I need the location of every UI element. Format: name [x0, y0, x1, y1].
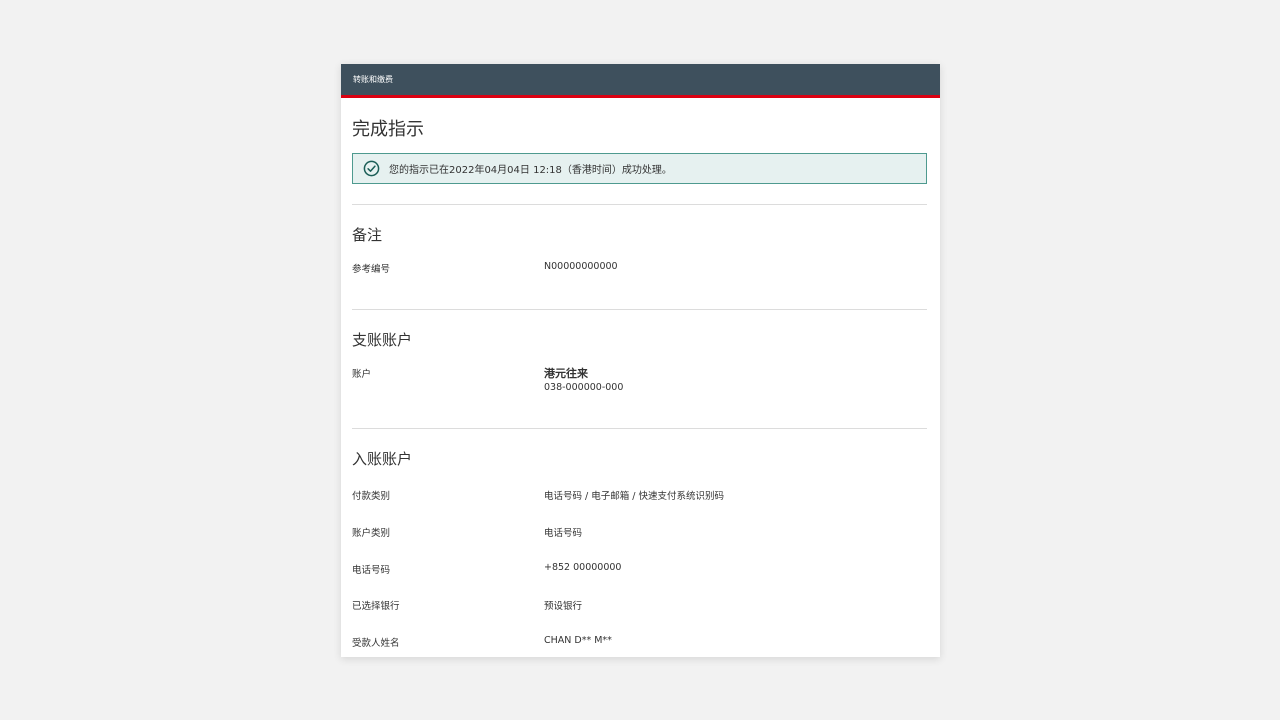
debit-account-name: 港元往来: [544, 367, 588, 380]
debit-account-number: 038-000000-000: [544, 382, 624, 393]
phone-number-value: +852 00000000: [544, 562, 622, 573]
divider: [352, 204, 927, 205]
section-title-credit-account: 入账账户: [352, 450, 413, 468]
payment-type-label: 付款类别: [352, 491, 391, 502]
section-title-debit-account: 支账账户: [352, 331, 413, 349]
divider: [352, 428, 927, 429]
page-title: 完成指示: [352, 119, 424, 140]
credit-row-phone-number: 电话号码 +852 00000000: [352, 562, 927, 576]
debit-account-row: 账户 港元往来 038-000000-000: [352, 366, 927, 394]
reference-number-value: N00000000000: [544, 261, 618, 272]
reference-number-label: 参考编号: [352, 264, 391, 275]
account-type-value: 电话号码: [544, 528, 583, 539]
selected-bank-label: 已选择银行: [352, 601, 400, 612]
transfer-complete-panel: 转账和缴费 完成指示 您的指示已在2022年04月04日 12:18（香港时间）…: [341, 64, 940, 657]
main-content: 完成指示 您的指示已在2022年04月04日 12:18（香港时间）成功处理。 …: [341, 120, 940, 649]
header-title: 转账和缴费: [353, 75, 393, 84]
credit-row-payment-type: 付款类别 电话号码 / 电子邮箱 / 快速支付系统识别码: [352, 488, 927, 502]
divider: [352, 309, 927, 310]
phone-number-label: 电话号码: [352, 565, 391, 576]
credit-row-payee-name: 受款人姓名 CHAN D** M**: [352, 635, 927, 649]
credit-row-selected-bank: 已选择银行 预设银行: [352, 598, 927, 612]
success-notice: 您的指示已在2022年04月04日 12:18（香港时间）成功处理。: [352, 153, 927, 184]
payee-name-value: CHAN D** M**: [544, 635, 612, 646]
section-title-remarks: 备注: [352, 226, 383, 244]
debit-account-label: 账户: [352, 369, 372, 380]
payee-name-label: 受款人姓名: [352, 638, 400, 649]
reference-number-row: 参考编号 N00000000000: [352, 261, 927, 275]
check-circle-icon: [363, 160, 380, 177]
selected-bank-value: 预设银行: [544, 601, 583, 612]
debit-account-value: 港元往来 038-000000-000: [544, 366, 927, 394]
account-type-label: 账户类别: [352, 528, 391, 539]
credit-row-account-type: 账户类别 电话号码: [352, 525, 927, 539]
header-bar: 转账和缴费: [341, 64, 940, 98]
payment-type-value: 电话号码 / 电子邮箱 / 快速支付系统识别码: [544, 491, 724, 502]
success-notice-text: 您的指示已在2022年04月04日 12:18（香港时间）成功处理。: [389, 165, 672, 176]
